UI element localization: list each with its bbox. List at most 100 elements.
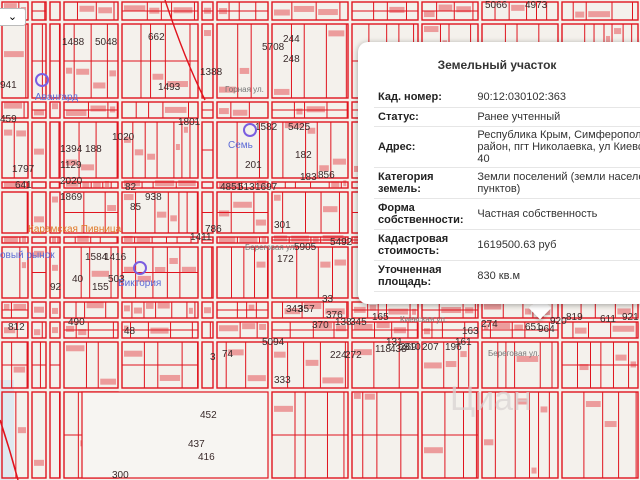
building xyxy=(109,70,116,77)
info-key: Категория земель: xyxy=(374,167,474,199)
building xyxy=(445,361,457,368)
parcel-number-label: 938 xyxy=(145,192,162,203)
info-row: Форма собственности: Частная собственност… xyxy=(374,198,640,230)
parcel-number-label: 333 xyxy=(274,375,291,386)
parcel[interactable] xyxy=(121,101,199,119)
parcel-number-label: 201 xyxy=(245,160,262,171)
parcel-number-label: 163 xyxy=(462,326,479,337)
building xyxy=(318,9,338,16)
building xyxy=(157,302,170,309)
building xyxy=(256,261,266,268)
parcel-number-label: 188 xyxy=(85,144,102,155)
building xyxy=(293,5,315,12)
building xyxy=(134,149,144,156)
parcel-number-label: 131 xyxy=(386,337,403,348)
info-value: Земли поселений (земли населенных пункто… xyxy=(473,167,640,199)
parcel-number-label: 310 xyxy=(404,342,421,353)
building xyxy=(181,266,196,273)
building xyxy=(4,102,23,109)
poi-label[interactable]: Виктория xyxy=(118,278,161,289)
building xyxy=(13,366,26,373)
poi-label[interactable]: овый рынок xyxy=(0,250,55,261)
building xyxy=(219,210,230,217)
building xyxy=(511,4,525,11)
building xyxy=(233,201,252,208)
parcel-number-label: 196 xyxy=(445,342,462,353)
building xyxy=(34,306,44,313)
watermark: Циан xyxy=(450,380,532,418)
parcel[interactable] xyxy=(31,181,47,189)
building xyxy=(604,421,617,428)
street-label: Киевская ул. xyxy=(400,315,447,324)
building xyxy=(17,427,26,434)
building xyxy=(484,439,494,446)
building xyxy=(274,405,293,412)
building xyxy=(364,393,375,400)
info-key: Форма собственности: xyxy=(374,198,474,230)
building xyxy=(274,88,290,95)
popup-title: Земельный участок xyxy=(437,58,557,72)
parcel[interactable] xyxy=(81,391,269,479)
building xyxy=(34,329,41,336)
poi-label[interactable]: Карамская Пивница xyxy=(28,224,122,235)
building xyxy=(170,215,177,222)
info-row: Адрес:Республика Крым, Симферопольский р… xyxy=(374,126,640,168)
building xyxy=(76,68,90,75)
parcel[interactable] xyxy=(1,191,29,234)
parcel-number-label: 1797 xyxy=(12,164,35,175)
info-key: Кад. номер: xyxy=(374,88,474,108)
parcel-number-label: 207 xyxy=(422,342,439,353)
building xyxy=(13,303,26,310)
building xyxy=(540,406,548,413)
building xyxy=(274,351,286,358)
building xyxy=(615,354,627,361)
building xyxy=(219,108,229,115)
building xyxy=(90,105,106,112)
parcel-number-label: 182 xyxy=(295,150,312,161)
parcel-number-label: 5094 xyxy=(262,337,285,348)
parcel-number-label: 48 xyxy=(124,326,136,337)
layer-select[interactable]: ⌄ xyxy=(0,8,26,26)
chevron-down-icon: ⌄ xyxy=(7,11,18,23)
parcel[interactable] xyxy=(201,181,214,189)
parcel[interactable] xyxy=(49,181,61,189)
building xyxy=(34,459,44,466)
building xyxy=(334,259,346,266)
poi-label[interactable]: Авангард xyxy=(35,92,78,103)
building xyxy=(242,323,256,330)
building xyxy=(424,447,443,454)
parcel-number-label: 1020 xyxy=(112,132,135,143)
parcel-number-label: 33 xyxy=(322,294,334,305)
building xyxy=(145,302,154,309)
building xyxy=(612,325,635,332)
street-label: Береговая ул. xyxy=(488,349,540,358)
parcel-number-label: 92 xyxy=(50,282,62,293)
parcel-number-label: 40 xyxy=(72,274,84,285)
parcel-number-label: 459 xyxy=(0,114,17,125)
building xyxy=(52,196,58,203)
parcel[interactable] xyxy=(49,1,61,21)
building xyxy=(630,361,636,368)
parcel-number-label: 2020 xyxy=(60,176,83,187)
parcel-number-label: 357 xyxy=(298,304,315,315)
parcel-number-label: 272 xyxy=(345,350,362,361)
parcel[interactable] xyxy=(201,321,214,339)
parcel-number-label: 370 xyxy=(312,320,329,331)
building xyxy=(66,345,85,352)
parcel[interactable] xyxy=(49,391,61,479)
building xyxy=(124,194,134,201)
parcel-number-label: 416 xyxy=(198,452,215,463)
parcel[interactable] xyxy=(121,236,199,244)
info-row: Кадастровая стоимость: 1619500.63 руб xyxy=(374,229,640,261)
building xyxy=(328,30,345,37)
parcel[interactable] xyxy=(201,341,214,389)
parcel-number-label: 1416 xyxy=(104,252,127,263)
street-label: Береговая ул. xyxy=(245,243,297,252)
parcel-number-label: 513 xyxy=(238,182,255,193)
building xyxy=(320,261,331,268)
parcel[interactable] xyxy=(216,246,269,299)
poi-label[interactable]: Семь xyxy=(228,140,253,151)
parcel[interactable] xyxy=(31,236,47,244)
building xyxy=(66,67,73,74)
building xyxy=(332,158,346,165)
